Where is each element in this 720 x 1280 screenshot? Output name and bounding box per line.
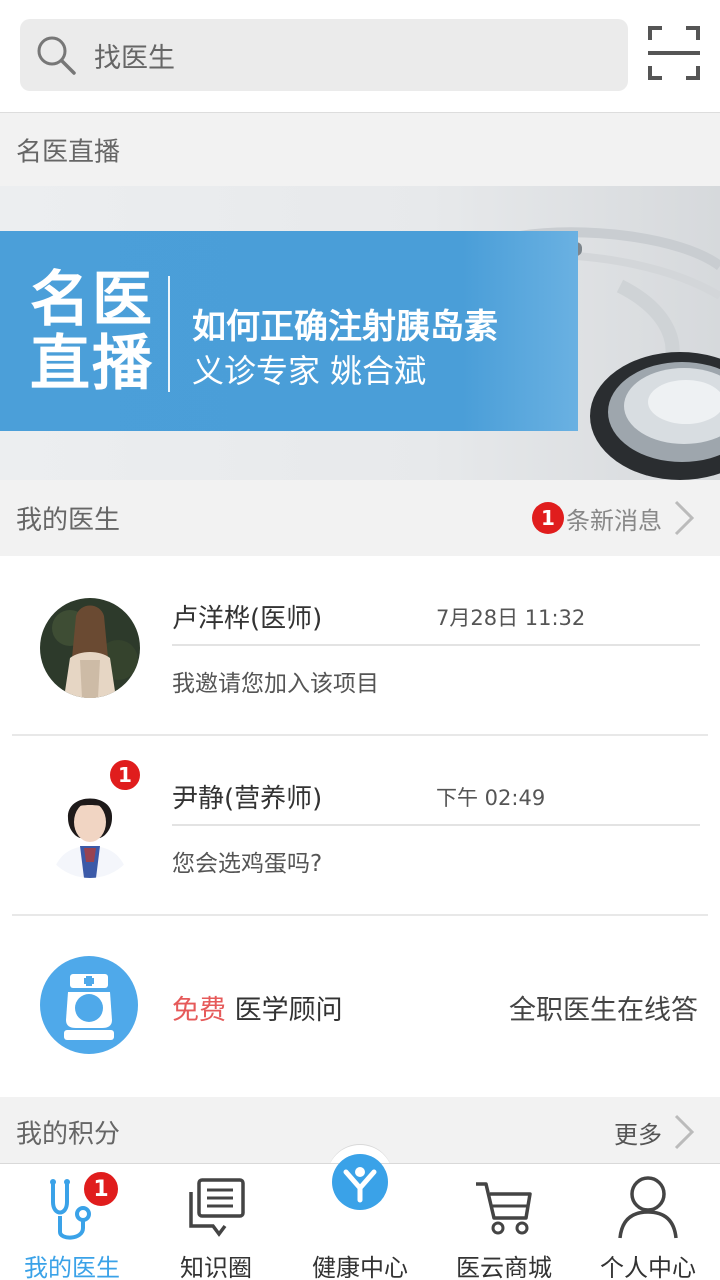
chevron-right-icon	[674, 500, 695, 536]
more-label: 更多	[614, 1120, 662, 1149]
chat-bubble-icon	[189, 1178, 245, 1237]
tab-label: 医云商城	[456, 1254, 552, 1280]
tab-mall[interactable]: 医云商城	[432, 1164, 576, 1280]
tab-label: 健康中心	[312, 1254, 408, 1280]
free-tag: 免费	[172, 995, 226, 1026]
person-icon	[618, 1176, 678, 1239]
banner-divider	[168, 276, 170, 392]
nurse-icon	[40, 956, 138, 1054]
bottom-tab-bar: 1 我的医生 知识圈 健康中心 医云商城 个人中心	[0, 1154, 720, 1280]
banner-subline: 义诊专家 姚合斌	[192, 352, 427, 390]
search-icon	[37, 36, 76, 75]
last-message: 您会选鸡蛋吗?	[172, 851, 323, 877]
health-center-icon	[332, 1154, 388, 1210]
message-time: 7月28日 11:32	[436, 606, 586, 630]
medical-advisor-item[interactable]: 免费 医学顾问 全职医生在线答	[0, 916, 720, 1097]
my-doctors-title: 我的医生	[16, 505, 121, 536]
advisor-label: 免费 医学顾问	[172, 995, 343, 1026]
new-message-count-badge: 1	[532, 502, 564, 534]
tab-label: 个人中心	[600, 1254, 696, 1280]
more-link[interactable]: 更多	[614, 1112, 696, 1152]
tab-profile[interactable]: 个人中心	[576, 1164, 720, 1280]
last-message: 我邀请您加入该项目	[172, 671, 379, 697]
tab-knowledge[interactable]: 知识圈	[144, 1164, 288, 1280]
points-section-title: 我的积分	[16, 1119, 121, 1150]
tab-label: 我的医生	[24, 1254, 120, 1280]
live-section-title: 名医直播	[16, 137, 121, 168]
doctor-list: 卢洋桦(医师) 7月28日 11:32 我邀请您加入该项目 1 尹静(营养师)	[0, 556, 720, 1097]
avatar	[40, 778, 140, 878]
banner-headline: 如何正确注射胰岛素	[192, 307, 498, 347]
new-messages-link[interactable]: 1 条新消息	[532, 498, 696, 538]
app-screen: 找医生 名医直播 名医 直播 如何正确注射胰岛素 义诊专家 姚合斌 我的医生 1…	[0, 0, 720, 1280]
top-bar: 找医生	[0, 0, 720, 113]
list-item[interactable]: 1 尹静(营养师) 下午 02:49 您会选鸡蛋吗?	[0, 736, 720, 916]
my-doctors-header: 我的医生 1 条新消息	[0, 480, 720, 556]
banner-big-title: 名医 直播	[30, 265, 154, 399]
cart-icon	[476, 1182, 532, 1235]
tab-health-center[interactable]: 健康中心	[288, 1154, 432, 1280]
doctor-name: 卢洋桦(医师)	[172, 604, 323, 634]
search-placeholder: 找医生	[94, 42, 175, 74]
search-input[interactable]: 找医生	[20, 19, 628, 91]
message-time: 下午 02:49	[436, 786, 546, 810]
list-item[interactable]: 卢洋桦(医师) 7月28日 11:32 我邀请您加入该项目	[0, 556, 720, 736]
doctor-name: 尹静(营养师)	[172, 784, 323, 814]
new-messages-label: 条新消息	[566, 506, 662, 535]
tab-badge: 1	[82, 1170, 120, 1208]
avatar	[40, 598, 140, 698]
row-divider	[172, 644, 700, 646]
advisor-description: 全职医生在线答	[509, 995, 698, 1026]
live-banner[interactable]: 名医 直播 如何正确注射胰岛素 义诊专家 姚合斌	[0, 186, 720, 480]
tab-my-doctors[interactable]: 1 我的医生	[0, 1164, 144, 1280]
tab-label: 知识圈	[180, 1254, 252, 1280]
chevron-right-icon	[674, 1114, 695, 1150]
scan-icon[interactable]	[646, 24, 702, 82]
unread-badge: 1	[108, 758, 142, 792]
row-divider	[172, 824, 700, 826]
live-section-header: 名医直播	[0, 114, 720, 186]
